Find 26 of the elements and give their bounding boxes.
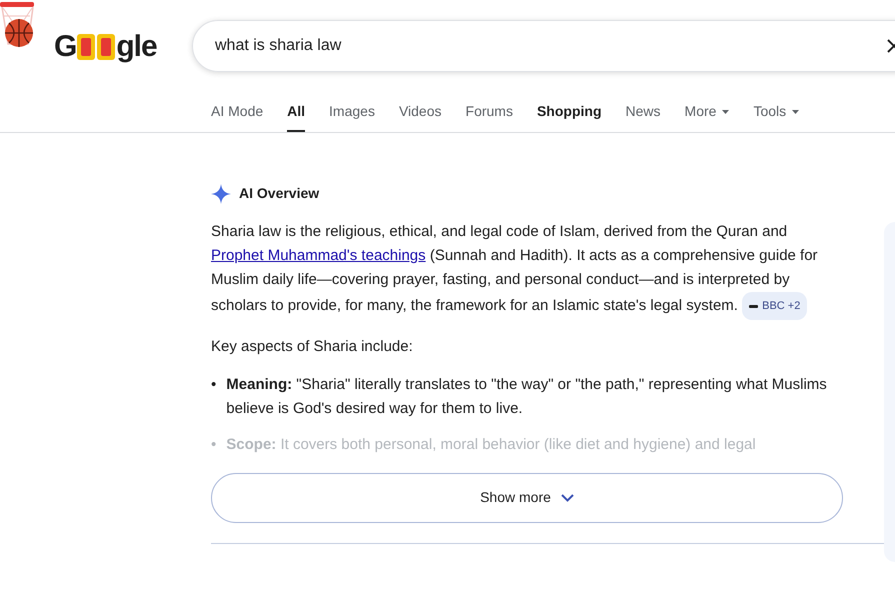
search-tab[interactable]: Forums: [466, 100, 513, 132]
bullet-marker: •: [211, 374, 216, 394]
bullet-text: Scope: It covers both personal, moral behavior (like diet and hygiene) and legal: [226, 434, 756, 454]
show-more-button[interactable]: Show more: [211, 472, 843, 522]
search-tab[interactable]: All: [287, 100, 306, 132]
bullet-marker: •: [211, 434, 216, 454]
chevron-down-icon: [560, 494, 574, 502]
bullet-text: Meaning: "Sharia" literally translates to "the way" or "the path," representing what Muslims believe is God's desired way for them to live.: [226, 374, 828, 418]
search-tab[interactable]: Tools: [753, 100, 800, 132]
section-title: AI Overview: [239, 184, 320, 203]
search-tab[interactable]: Images: [329, 100, 375, 132]
search-tab[interactable]: News: [626, 100, 661, 132]
intro-text: Key aspects of Sharia include:: [211, 337, 414, 357]
logo-text: gle: [116, 29, 157, 65]
search-tab[interactable]: AI Mode: [211, 100, 264, 132]
search-tab[interactable]: Videos: [398, 100, 442, 132]
text-link[interactable]: Prophet Muhammad's teachings: [211, 247, 426, 264]
dots-icon: [749, 304, 758, 308]
source-chip[interactable]: BBC +2: [742, 292, 808, 320]
search-tab[interactable]: Shopping: [536, 100, 602, 132]
logo-text: G: [54, 29, 76, 65]
search-field[interactable]: what is sharia law: [213, 33, 887, 59]
sparkle-icon: [211, 184, 231, 204]
search-bar[interactable]: what is sharia law: [192, 20, 895, 72]
overview-paragraph: Sharia law is the religious, ethical, and legal code of Islam, derived from the Quran and Prophet Muhammad's teachings (Sunnah and Hadith). It acts as a comprehensive guide for Muslim daily life—covering prayer, fasting, and personal conduct—and is interpreted by scholars to provide, for many, the framework for an Islamic state's legal system. BBC +2: [211, 220, 843, 320]
search-tab[interactable]: More: [684, 100, 730, 132]
